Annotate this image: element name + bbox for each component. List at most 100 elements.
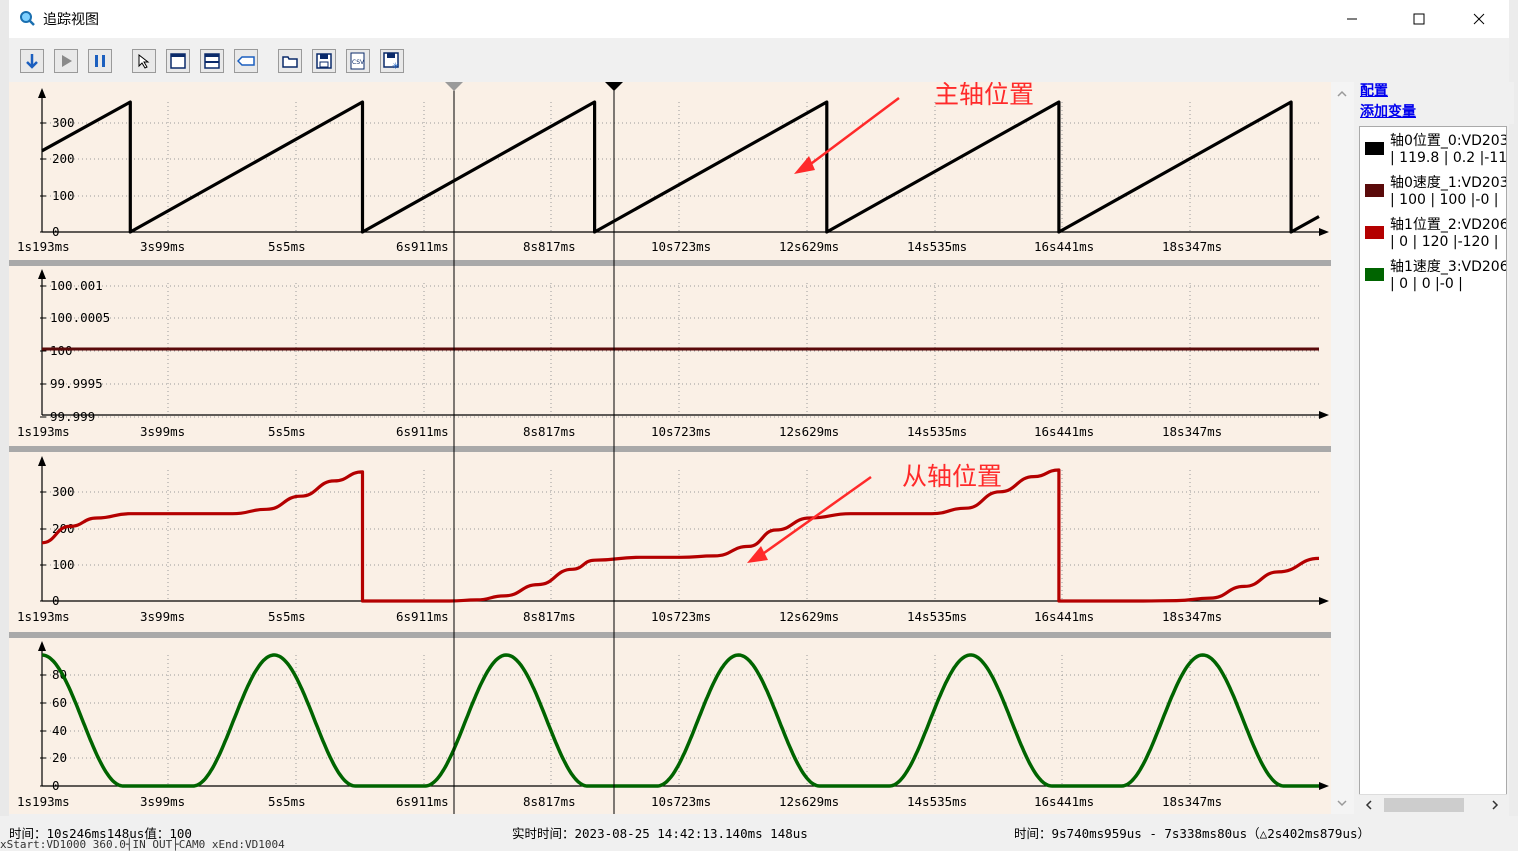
x-tick-label: 6s911ms (396, 794, 449, 809)
legend-values: | 0 | 120 |-120 | (1390, 234, 1499, 250)
svg-text:✳: ✳ (392, 62, 400, 70)
play-button[interactable] (54, 49, 78, 73)
x-tick-label: 14s535ms (907, 609, 967, 624)
chart-panel-3: 1s193ms 3s99ms 5s5ms 6s911ms 8s817ms 10s723ms… (9, 637, 1331, 814)
chart-panel-background (9, 637, 1331, 814)
scroll-down-button[interactable] (20, 49, 44, 73)
vertical-scrollbar (1331, 82, 1354, 814)
x-tick-label: 16s441ms (1034, 609, 1094, 624)
x-tick-label: 18s347ms (1162, 424, 1222, 439)
chart-panel-background (9, 452, 1331, 632)
maximize-button[interactable] (1396, 4, 1442, 34)
x-tick-label: 18s347ms (1162, 609, 1222, 624)
legend-swatch (1365, 268, 1384, 281)
x-tick-label: 8s817ms (523, 794, 576, 809)
split-window-icon (204, 53, 220, 69)
x-tick-label: 5s5ms (268, 609, 306, 624)
y-tick-label: 60 (52, 695, 67, 710)
legend-item-axis0-speed[interactable]: 轴0速度_1:VD2036 | 100 | 100 |-0 | (1360, 169, 1506, 211)
scroll-right-icon[interactable] (1491, 800, 1499, 810)
scroll-left-icon[interactable] (1365, 800, 1373, 810)
scrollbar-thumb[interactable] (1384, 798, 1464, 812)
legend-horizontal-scrollbar[interactable] (1359, 794, 1507, 815)
x-tick-label: 12s629ms (779, 424, 839, 439)
y-tick-label: 100 (52, 188, 75, 203)
split-window-button[interactable] (200, 49, 224, 73)
x-tick-label: 14s535ms (907, 424, 967, 439)
chart-panel-0: 1s193ms 3s99ms 5s5ms 6s911ms 8s817ms 10s723ms… (9, 82, 1331, 260)
background-window-text: xStart:VD1000 360.0┤IN OUT├CAM0 xEnd:VD1… (0, 838, 285, 851)
x-tick-label: 5s5ms (268, 239, 306, 254)
x-tick-label: 8s817ms (523, 239, 576, 254)
y-tick-label: 100.001 (50, 278, 103, 293)
chart-panel-2: 1s193ms 3s99ms 5s5ms 6s911ms 8s817ms 10s723ms… (9, 452, 1331, 632)
x-tick-label: 5s5ms (268, 424, 306, 439)
save-icon (316, 53, 332, 69)
panel-separator (9, 260, 1331, 266)
trace-charts[interactable]: 1s193ms 3s99ms 5s5ms 6s911ms 8s817ms 10s723ms… (9, 82, 1354, 814)
title-bar: 追踪视图 (9, 0, 1509, 38)
chart-panel-background (9, 266, 1331, 446)
x-tick-label: 16s441ms (1034, 424, 1094, 439)
open-button[interactable] (278, 49, 302, 73)
svg-text:CSV: CSV (352, 59, 365, 66)
pause-icon (95, 55, 105, 67)
legend-item-axis0-position[interactable]: 轴0位置_0:VD2036 | 119.8 | 0.2 |-119.6 | (1360, 127, 1507, 169)
variable-legend-panel: 轴0位置_0:VD2036 | 119.8 | 0.2 |-119.6 | 轴0… (1359, 126, 1507, 814)
chart-panel-background (9, 82, 1331, 260)
x-tick-label: 8s817ms (523, 424, 576, 439)
y-tick-label: 20 (52, 750, 67, 765)
y-tick-label: 99.9995 (50, 376, 103, 391)
y-tick-label: 99.999 (50, 409, 95, 424)
right-background-window-edge (1509, 0, 1518, 847)
close-button[interactable] (1456, 4, 1502, 34)
legend-swatch (1365, 184, 1384, 197)
close-icon (1473, 13, 1485, 25)
panel-separator (9, 446, 1331, 452)
window-title: 追踪视图 (43, 12, 99, 28)
y-tick-label: 100 (52, 557, 75, 572)
select-tool-icon (138, 53, 150, 69)
x-tick-label: 3s99ms (140, 794, 185, 809)
tag-button[interactable] (234, 49, 258, 73)
x-tick-label: 14s535ms (907, 794, 967, 809)
realtime-status: 实时时间：2023-08-25 14:42:13.140ms 148us (512, 826, 808, 841)
x-tick-label: 3s99ms (140, 424, 185, 439)
y-tick-label: 300 (52, 115, 75, 130)
minimize-button[interactable] (1329, 4, 1375, 34)
legend-item-axis1-speed[interactable]: 轴1速度_3:VD2068 | 0 | 0 |-0 | (1360, 253, 1506, 295)
magnifier-app-icon (20, 11, 35, 26)
x-tick-label: 8s817ms (523, 609, 576, 624)
save-button[interactable] (312, 49, 336, 73)
y-tick-label: 300 (52, 484, 75, 499)
single-window-button[interactable] (166, 49, 190, 73)
trace-plot-area[interactable]: 1s193ms 3s99ms 5s5ms 6s911ms 8s817ms 10s723ms… (9, 82, 1354, 814)
config-link[interactable]: 配置 (1360, 80, 1388, 100)
chart-panel-1: 1s193ms 3s99ms 5s5ms 6s911ms 8s817ms 10s723ms… (9, 266, 1331, 446)
down-arrow-icon (26, 54, 38, 69)
select-tool-button[interactable] (132, 49, 156, 73)
single-window-icon (170, 53, 186, 69)
x-tick-label: 1s193ms (17, 794, 70, 809)
legend-label: 轴0位置_0:VD2036 (1390, 133, 1507, 149)
x-tick-label: 16s441ms (1034, 794, 1094, 809)
csv-export-icon: CSV (350, 52, 365, 70)
x-tick-label: 18s347ms (1162, 794, 1222, 809)
x-tick-label: 6s911ms (396, 424, 449, 439)
x-tick-label: 3s99ms (140, 609, 185, 624)
toolbar: CSV ✳ (9, 38, 1509, 82)
csv-export-button[interactable]: CSV (346, 49, 370, 73)
save-settings-button[interactable]: ✳ (380, 49, 404, 73)
x-tick-label: 1s193ms (17, 424, 70, 439)
side-links: 配置 添加变量 (1354, 82, 1514, 124)
x-tick-label: 14s535ms (907, 239, 967, 254)
pause-button[interactable] (88, 49, 112, 73)
x-tick-label: 5s5ms (268, 794, 306, 809)
add-variable-link[interactable]: 添加变量 (1360, 101, 1416, 121)
x-tick-label: 18s347ms (1162, 239, 1222, 254)
legend-item-axis1-position[interactable]: 轴1位置_2:VD2064 | 0 | 120 |-120 | (1360, 211, 1506, 253)
legend-values: | 0 | 0 |-0 | (1390, 276, 1463, 292)
legend-values: | 119.8 | 0.2 |-119.6 | (1390, 150, 1507, 166)
x-tick-label: 12s629ms (779, 794, 839, 809)
x-tick-label: 6s911ms (396, 239, 449, 254)
